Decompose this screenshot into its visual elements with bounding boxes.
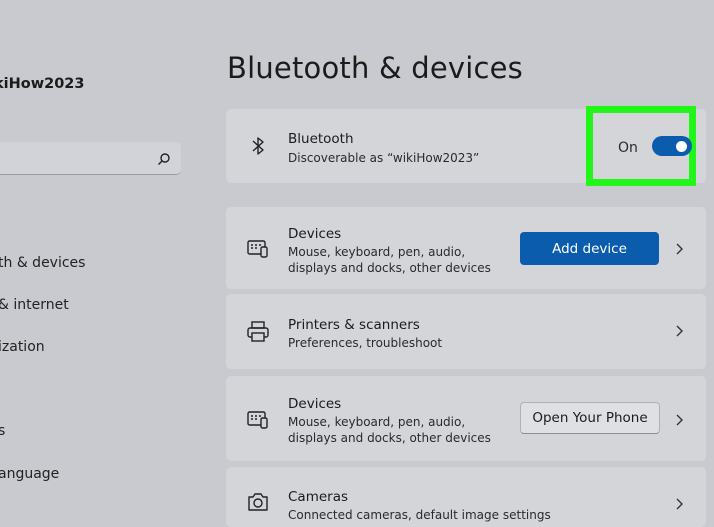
cameras-card[interactable]: Cameras Connected cameras, default image… bbox=[226, 467, 706, 527]
chevron-right-icon bbox=[676, 243, 683, 255]
card-title: Devices bbox=[288, 396, 342, 412]
devices-card[interactable]: Devices Mouse, keyboard, pen, audio, dis… bbox=[226, 207, 706, 289]
card-description-line1: Preferences, troubleshoot bbox=[288, 336, 443, 350]
toggle-area: On bbox=[593, 113, 692, 179]
sidebar-item-network[interactable]: & internet bbox=[0, 297, 69, 313]
card-description-line2: displays and docks, other devices bbox=[288, 261, 491, 275]
search-box[interactable] bbox=[0, 142, 181, 175]
card-description-line2: displays and docks, other devices bbox=[288, 431, 491, 445]
bluetooth-icon bbox=[252, 137, 264, 155]
printers-card[interactable]: Printers & scanners Preferences, trouble… bbox=[226, 294, 706, 369]
toggle-label: On bbox=[618, 140, 638, 156]
sidebar: kiHow2023 th & devices & internet izatio… bbox=[0, 0, 200, 520]
open-your-phone-button[interactable]: Open Your Phone bbox=[520, 402, 660, 434]
sidebar-item-time-language[interactable]: anguage bbox=[0, 466, 59, 482]
chevron-right-icon bbox=[676, 414, 683, 426]
devices-icon bbox=[247, 240, 268, 258]
user-name: kiHow2023 bbox=[0, 76, 85, 92]
camera-icon bbox=[248, 493, 268, 511]
page-title: Bluetooth & devices bbox=[227, 51, 523, 85]
card-title: Devices bbox=[288, 226, 342, 242]
devices-card-2[interactable]: Devices Mouse, keyboard, pen, audio, dis… bbox=[226, 376, 706, 461]
devices-icon bbox=[247, 411, 268, 429]
card-description-line1: Mouse, keyboard, pen, audio, bbox=[288, 415, 466, 429]
toggle-highlight: On bbox=[586, 106, 696, 186]
add-device-button[interactable]: Add device bbox=[520, 232, 659, 265]
search-input[interactable] bbox=[2, 150, 146, 168]
chevron-right-icon bbox=[676, 325, 683, 337]
bluetooth-title: Bluetooth bbox=[288, 131, 354, 147]
printer-icon bbox=[247, 321, 269, 342]
card-description-line1: Connected cameras, default image setting… bbox=[288, 508, 551, 522]
sidebar-item-accounts[interactable]: s bbox=[0, 423, 5, 439]
sidebar-item-personalization[interactable]: ization bbox=[0, 339, 45, 355]
card-title: Cameras bbox=[288, 489, 349, 505]
sidebar-item-bluetooth[interactable]: th & devices bbox=[0, 255, 85, 271]
chevron-right-icon bbox=[676, 498, 683, 510]
card-title: Printers & scanners bbox=[288, 317, 420, 333]
bluetooth-description: Discoverable as “wikiHow2023” bbox=[288, 151, 480, 165]
search-icon[interactable] bbox=[157, 152, 171, 166]
toggle-knob bbox=[676, 141, 687, 152]
card-description-line1: Mouse, keyboard, pen, audio, bbox=[288, 245, 466, 259]
bluetooth-toggle[interactable] bbox=[652, 136, 692, 156]
